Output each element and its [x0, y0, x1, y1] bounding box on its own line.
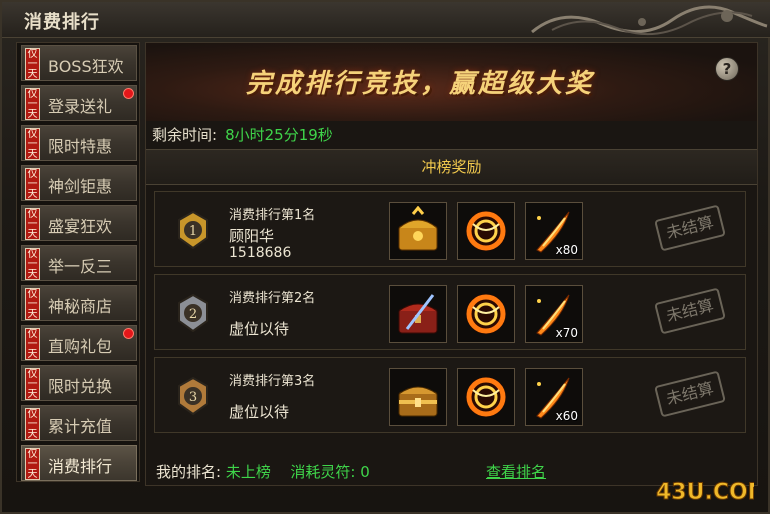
rank-title: 消费排行第2名 — [229, 291, 316, 306]
sidebar-item[interactable]: 仅一天直购礼包 — [21, 325, 137, 361]
fire-ring-icon — [466, 294, 506, 334]
limited-tag-badge: 仅一天 — [25, 328, 40, 360]
golden-chest-icon — [398, 206, 438, 251]
sidebar-item-label: 累计充值 — [48, 417, 113, 436]
fire-ring-icon — [466, 377, 506, 417]
rank-title: 消费排行第3名 — [229, 374, 316, 389]
reward-item-slot[interactable] — [389, 202, 447, 260]
limited-tag-badge: 仅一天 — [25, 88, 40, 120]
reward-item-slot[interactable] — [457, 285, 515, 343]
sidebar-item-label: 举一反三 — [48, 257, 113, 276]
sidebar-item-label: 限时特惠 — [48, 137, 113, 156]
banner-slogan: 完成排行竞技，赢超级大奖 — [246, 69, 595, 99]
reward-item-slot[interactable]: x70 — [525, 285, 583, 343]
rank-row: 2 消费排行第2名 虚位以待 x70 未结算 — [154, 274, 746, 350]
player-name: 顾阳华 — [229, 227, 275, 245]
limited-tag-badge: 仅一天 — [25, 448, 40, 480]
site-logo-icon: 43U.COM — [656, 480, 755, 506]
reward-item-slot[interactable] — [457, 368, 515, 426]
limited-tag-badge: 仅一天 — [25, 248, 40, 280]
sidebar-item[interactable]: 仅一天神秘商店 — [21, 285, 137, 321]
consumed-label: 消耗灵符: — [290, 463, 356, 481]
player-score: 1518686 — [229, 245, 292, 261]
rank-panel: 完成排行竞技，赢超级大奖 ? 剩余时间: 8小时25分19秒 冲榜奖励 1 消费排行… — [145, 42, 758, 486]
rank-medal-number: 3 — [189, 390, 197, 405]
item-quantity: x60 — [555, 409, 578, 423]
site-logo-text: 43U.COM — [656, 480, 754, 505]
notification-dot — [123, 88, 134, 99]
sidebar-item[interactable]: 仅一天限时兑换 — [21, 365, 137, 401]
settlement-status-stamp: 未结算 — [654, 204, 726, 252]
item-quantity: x70 — [555, 326, 578, 340]
red-chest-icon — [398, 294, 438, 334]
settlement-status-stamp: 未结算 — [654, 370, 726, 418]
title-bar[interactable]: 消费排行 — [2, 2, 770, 38]
settlement-status-stamp: 未结算 — [654, 287, 726, 335]
event-banner: 完成排行竞技，赢超级大奖 ? — [146, 43, 757, 121]
limited-tag-badge: 仅一天 — [25, 208, 40, 240]
sidebar-item[interactable]: 仅一天登录送礼 — [21, 85, 137, 121]
rank-row: 3 消费排行第3名 虚位以待 x60 未结算 — [154, 357, 746, 433]
rank-medal-icon: 3 — [178, 376, 208, 416]
sidebar-item[interactable]: 仅一天消费排行 — [21, 445, 137, 481]
limited-tag-badge: 仅一天 — [25, 168, 40, 200]
player-name: 虚位以待 — [229, 403, 290, 421]
reward-item-slot[interactable] — [389, 285, 447, 343]
reward-item-slot[interactable]: x60 — [525, 368, 583, 426]
rank-row: 1 消费排行第1名 顾阳华 1518686 x80 未结算 — [154, 191, 746, 267]
limited-tag-badge: 仅一天 — [25, 128, 40, 160]
rank-medal-icon: 2 — [178, 293, 208, 333]
limited-tag-badge: 仅一天 — [25, 48, 40, 80]
rank-medal-icon: 1 — [178, 210, 208, 250]
sidebar-item-label: 限时兑换 — [48, 377, 113, 396]
sidebar-item-label: BOSS狂欢 — [48, 57, 124, 76]
sidebar-item[interactable]: 仅一天神剑钜惠 — [21, 165, 137, 201]
sidebar-item[interactable]: 仅一天盛宴狂欢 — [21, 205, 137, 241]
reward-item-slot[interactable] — [457, 202, 515, 260]
rank-title: 消费排行第1名 — [229, 208, 316, 223]
my-rank-value: 未上榜 — [225, 463, 271, 481]
player-name: 虚位以待 — [229, 320, 290, 338]
limited-tag-badge: 仅一天 — [25, 288, 40, 320]
sidebar-item-label: 消费排行 — [48, 457, 113, 476]
fire-ring-icon — [466, 211, 506, 251]
item-quantity: x80 — [555, 243, 578, 257]
treasure-chest-icon — [398, 386, 438, 417]
sidebar-item[interactable]: 仅一天限时特惠 — [21, 125, 137, 161]
help-button[interactable]: ? — [715, 57, 739, 81]
sidebar-item-label: 盛宴狂欢 — [48, 217, 113, 236]
sidebar-item[interactable]: 仅一天累计充值 — [21, 405, 137, 441]
reward-section-header: 冲榜奖励 — [146, 149, 757, 185]
sidebar-item[interactable]: 仅一天 BOSS狂欢 — [21, 45, 137, 81]
countdown-value: 8小时25分19秒 — [225, 126, 333, 144]
sidebar-item-label: 登录送礼 — [48, 97, 113, 116]
sidebar-item[interactable]: 仅一天举一反三 — [21, 245, 137, 281]
rank-medal-number: 2 — [189, 307, 197, 322]
limited-tag-badge: 仅一天 — [25, 408, 40, 440]
notification-dot — [123, 328, 134, 339]
event-window: 消费排行 仅一天 BOSS狂欢仅一天登录送礼仅一天限时特惠仅一天神剑钜惠仅一天盛宴… — [0, 0, 770, 514]
sidebar-item-label: 神秘商店 — [48, 297, 113, 316]
rank-medal-number: 1 — [189, 224, 197, 239]
reward-item-slot[interactable] — [389, 368, 447, 426]
window-title: 消费排行 — [24, 12, 100, 33]
consumed-value: 0 — [360, 463, 370, 481]
sidebar-item-label: 直购礼包 — [48, 337, 113, 356]
view-ranking-link[interactable]: 查看排名 — [486, 461, 546, 482]
countdown: 剩余时间: 8小时25分19秒 — [152, 124, 333, 145]
my-rank-label: 我的排名: — [156, 463, 222, 481]
countdown-label: 剩余时间: — [152, 126, 218, 144]
activity-sidebar: 仅一天 BOSS狂欢仅一天登录送礼仅一天限时特惠仅一天神剑钜惠仅一天盛宴狂欢仅一天… — [16, 42, 140, 482]
limited-tag-badge: 仅一天 — [25, 368, 40, 400]
sidebar-item-label: 神剑钜惠 — [48, 177, 113, 196]
my-rank-summary: 我的排名: 未上榜 消耗灵符: 0 — [156, 461, 370, 482]
reward-item-slot[interactable]: x80 — [525, 202, 583, 260]
dragon-ornament-icon — [531, 5, 768, 36]
